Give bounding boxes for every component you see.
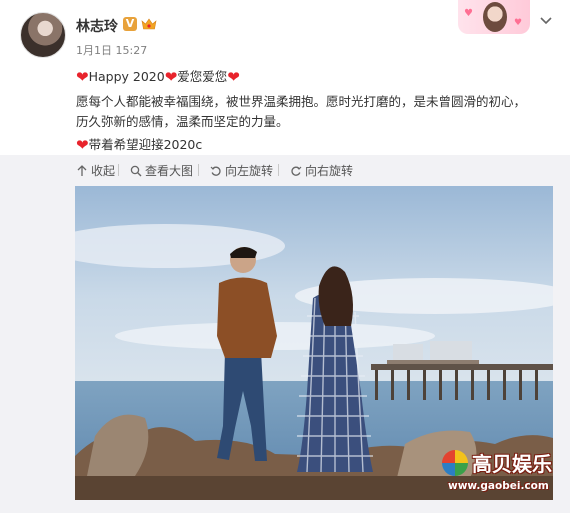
watermark-logo-icon xyxy=(442,450,468,476)
toolbar-divider xyxy=(278,164,279,176)
post-text-line-2: 愿每个人都能被幸福围绕，被世界温柔拥抱。愿时光打磨的，是未曾圆滑的初心， xyxy=(76,94,527,109)
decorative-banner: ♥ ♥ xyxy=(458,0,530,34)
heart-icon: ❤ xyxy=(227,68,240,86)
heart-icon: ❤ xyxy=(76,68,89,86)
rotate-right-button[interactable]: 向右旋转 xyxy=(290,162,353,179)
post-text-happy: Happy 2020 xyxy=(88,69,165,84)
collapse-label: 收起 xyxy=(91,164,116,178)
avatar[interactable] xyxy=(20,12,66,58)
chevron-down-icon[interactable] xyxy=(538,12,554,28)
heart-deco-icon: ♥ xyxy=(514,18,523,28)
collapse-button[interactable]: 收起 xyxy=(76,162,115,179)
heart-icon: ❤ xyxy=(164,68,178,86)
view-large-button[interactable]: 查看大图 xyxy=(130,162,193,179)
rotate-left-button[interactable]: 向左旋转 xyxy=(210,162,273,179)
rotate-right-label: 向右旋转 xyxy=(305,164,354,178)
watermark: 高贝娱乐 www.gaobei.com xyxy=(442,448,552,498)
post-time[interactable]: 1月1日 15:27 xyxy=(76,42,147,58)
heart-icon: ❤ xyxy=(76,136,89,154)
rotate-left-label: 向左旋转 xyxy=(225,164,274,178)
watermark-url: www.gaobei.com xyxy=(448,480,549,492)
toolbar-divider xyxy=(198,164,199,176)
heart-deco-icon: ♥ xyxy=(464,8,473,19)
crown-icon xyxy=(141,18,157,30)
rotate-left-icon xyxy=(210,166,221,176)
toolbar-divider xyxy=(118,164,119,176)
post-text-line-1: ❤Happy 2020❤爱您爱您❤ xyxy=(76,66,240,85)
magnifier-icon xyxy=(130,165,142,176)
watermark-title: 高贝娱乐 xyxy=(472,452,552,476)
post-text-line-3: 历久弥新的感情，温柔而坚定的力量。 xyxy=(76,114,289,129)
post-text-hope: 带着希望迎接2020ⅽ xyxy=(88,137,203,152)
view-large-label: 查看大图 xyxy=(145,164,194,178)
verified-badge-icon: V xyxy=(123,17,137,31)
post-text-line-4: ❤带着希望迎接2020ⅽ xyxy=(76,134,202,153)
rotate-right-icon xyxy=(291,166,302,176)
arrow-up-icon xyxy=(77,164,87,176)
username[interactable]: 林志玲 xyxy=(76,16,118,36)
post-text-love: 爱您爱您 xyxy=(177,69,228,84)
banner-portrait xyxy=(483,2,507,32)
